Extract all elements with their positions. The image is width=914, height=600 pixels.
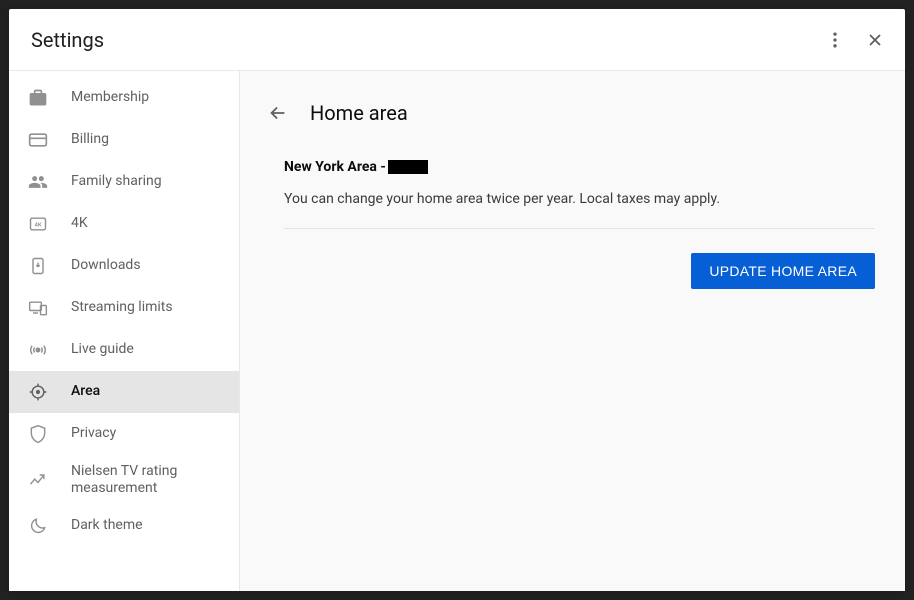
sidebar-item-billing[interactable]: Billing: [9, 119, 239, 161]
shield-icon: [27, 423, 49, 445]
sidebar-item-label: Family sharing: [71, 173, 162, 191]
download-icon: [27, 255, 49, 277]
sidebar-item-label: Live guide: [71, 341, 134, 359]
sidebar-item-label: Streaming limits: [71, 299, 173, 317]
membership-icon: [27, 87, 49, 109]
sidebar-item-membership[interactable]: Membership: [9, 77, 239, 119]
4k-icon: 4K: [27, 213, 49, 235]
sidebar-item-nielsen[interactable]: Nielsen TV rating measurement: [9, 455, 239, 505]
arrow-back-icon: [267, 102, 289, 124]
sidebar-item-label: Privacy: [71, 425, 116, 443]
sidebar-item-label: Membership: [71, 89, 149, 107]
close-icon: [865, 30, 885, 50]
trending-icon: [27, 469, 49, 491]
sidebar-item-downloads[interactable]: Downloads: [9, 245, 239, 287]
svg-text:4K: 4K: [34, 223, 41, 229]
redacted-zip: [388, 160, 428, 174]
settings-modal: Settings Membership Billi: [9, 9, 905, 591]
sidebar-item-label: Billing: [71, 131, 109, 149]
credit-card-icon: [27, 129, 49, 151]
current-area-row: New York Area -: [284, 159, 875, 175]
sidebar-item-label: Area: [71, 383, 100, 401]
content-header: Home area: [266, 101, 875, 125]
more-vert-icon: [825, 30, 845, 50]
content-title: Home area: [310, 101, 408, 125]
people-icon: [27, 171, 49, 193]
area-name: New York Area -: [284, 159, 386, 175]
location-icon: [27, 381, 49, 403]
close-button[interactable]: [855, 20, 895, 60]
sidebar-item-live-guide[interactable]: Live guide: [9, 329, 239, 371]
devices-icon: [27, 297, 49, 319]
sidebar-item-4k[interactable]: 4K 4K: [9, 203, 239, 245]
sidebar-item-label: Downloads: [71, 257, 141, 275]
sidebar-item-privacy[interactable]: Privacy: [9, 413, 239, 455]
update-home-area-button[interactable]: Update Home Area: [691, 253, 875, 289]
sidebar-item-family-sharing[interactable]: Family sharing: [9, 161, 239, 203]
moon-icon: [27, 515, 49, 537]
more-options-button[interactable]: [815, 20, 855, 60]
modal-body: Membership Billing Family sharing 4K 4K: [9, 71, 905, 591]
home-area-section: New York Area - You can change your home…: [266, 159, 875, 289]
sidebar-item-dark-theme[interactable]: Dark theme: [9, 505, 239, 547]
sidebar-item-label: 4K: [71, 215, 88, 233]
area-description: You can change your home area twice per …: [284, 189, 875, 229]
sidebar-item-streaming-limits[interactable]: Streaming limits: [9, 287, 239, 329]
modal-header: Settings: [9, 9, 905, 71]
content-area: Home area New York Area - You can change…: [240, 71, 905, 591]
sidebar-item-area[interactable]: Area: [9, 371, 239, 413]
modal-title: Settings: [31, 28, 815, 52]
action-row: Update Home Area: [284, 253, 875, 289]
sidebar-item-label: Dark theme: [71, 517, 143, 535]
sidebar-item-label: Nielsen TV rating measurement: [71, 463, 221, 498]
live-icon: [27, 339, 49, 361]
back-button[interactable]: [266, 101, 290, 125]
settings-sidebar: Membership Billing Family sharing 4K 4K: [9, 71, 240, 591]
